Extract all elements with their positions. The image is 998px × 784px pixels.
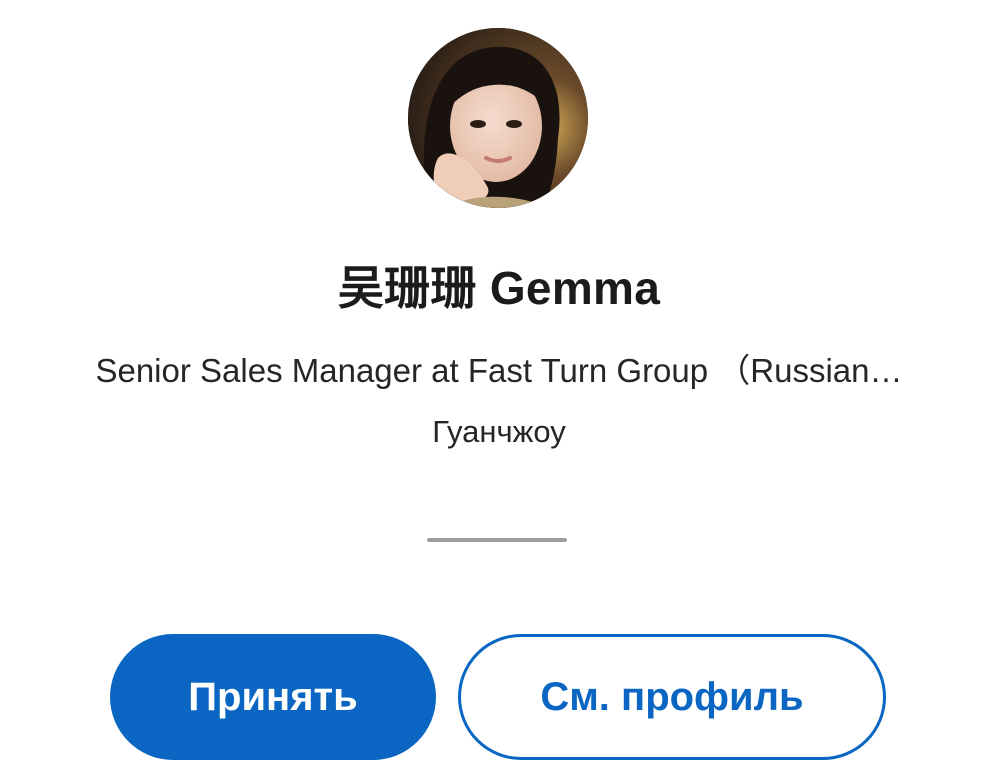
accept-button[interactable]: Принять	[110, 634, 436, 760]
profile-headline: Senior Sales Manager at Fast Turn Group …	[95, 352, 903, 389]
invitation-card: 吴珊珊 Gemma Senior Sales Manager at Fast T…	[0, 0, 998, 784]
avatar[interactable]	[408, 28, 588, 208]
profile-name[interactable]: 吴珊珊 Gemma	[0, 252, 998, 318]
profile-photo-icon	[408, 28, 588, 208]
divider	[427, 538, 567, 542]
profile-location: Гуанчжоу	[432, 414, 566, 449]
view-profile-button[interactable]: См. профиль	[458, 634, 886, 760]
